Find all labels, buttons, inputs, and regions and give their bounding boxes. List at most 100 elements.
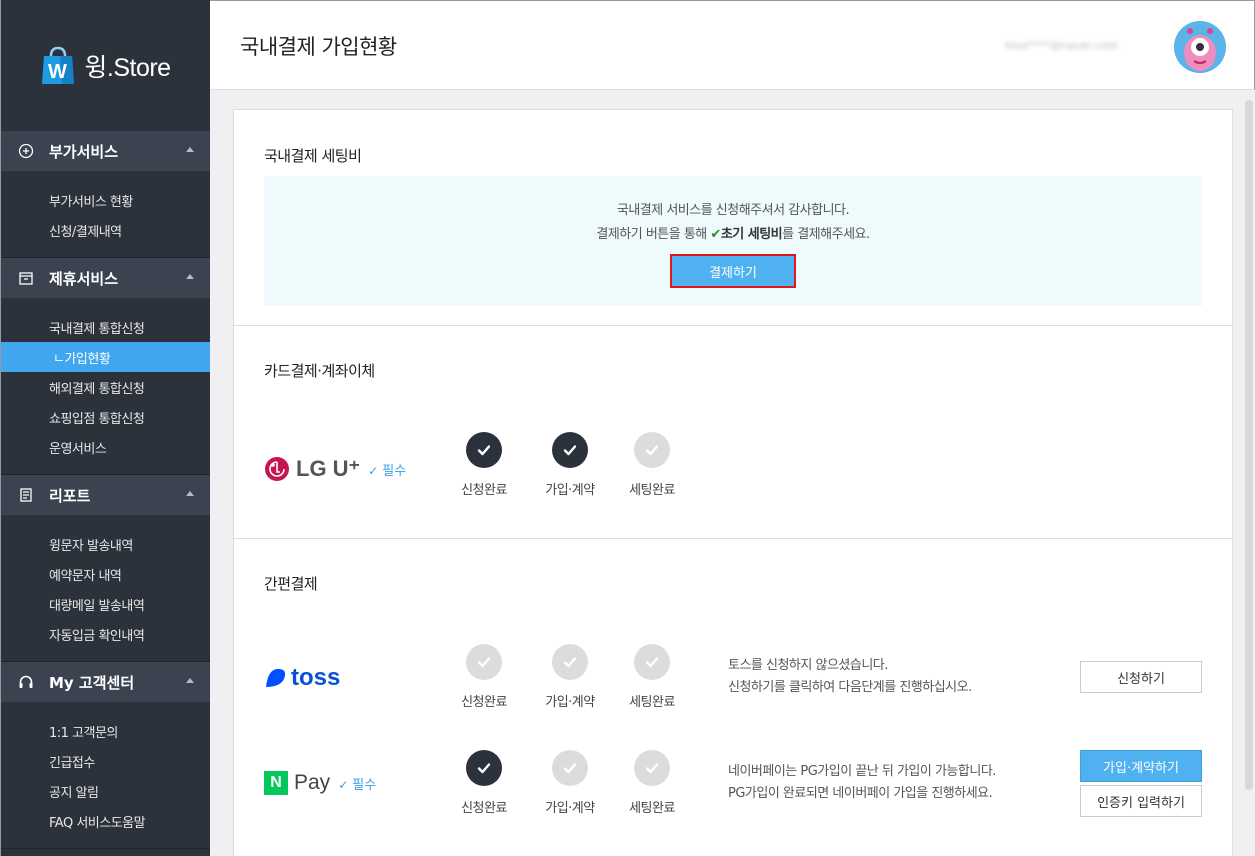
brand-logo[interactable]: W 윙.Store: [1, 0, 210, 131]
naver-pay-logo: N Pay ✓ 필수: [264, 771, 376, 795]
sidebar-item[interactable]: FAQ 서비스도움말: [1, 806, 210, 836]
topbar: 국내결제 가입현황 hiuz****@naver.com: [210, 0, 1255, 90]
step-check-icon: [634, 750, 670, 786]
report-icon: [17, 486, 35, 504]
setup-fee-section: 국내결제 세팅비 국내결제 서비스를 신청해주셔서 감사합니다. 결제하기 버튼…: [234, 110, 1232, 326]
naver-pay-auth-key-button[interactable]: 인증키 입력하기: [1080, 785, 1202, 817]
progress-step: 세팅완료: [612, 750, 692, 816]
sidebar-section-0[interactable]: 부가서비스: [1, 131, 210, 171]
brand-name: 윙.Store: [84, 53, 171, 82]
monster-avatar-icon: [1174, 21, 1226, 73]
content-panel: 국내결제 세팅비 국내결제 서비스를 신청해주셔서 감사합니다. 결제하기 버튼…: [233, 109, 1233, 856]
toss-logo: toss: [264, 664, 340, 692]
toss-description: 토스를 신청하지 않으셨습니다. 신청하기를 클릭하여 다음단계를 진행하십시오…: [728, 658, 972, 695]
naver-pay-name: Pay: [294, 771, 331, 794]
svg-text:W: W: [48, 61, 67, 83]
lg-uplus-logo: LG U⁺ ✓ 필수: [264, 456, 406, 482]
toss-logo-icon: [266, 669, 286, 687]
naver-pay-description: 네이버페이는 PG가입이 끝난 뒤 가입이 가능합니다. PG가입이 완료되면 …: [728, 764, 996, 801]
check-icon: ✓: [368, 463, 379, 478]
sidebar-section-title: 부가서비스: [49, 142, 119, 161]
progress-step: 가입·계약: [530, 432, 610, 498]
step-label: 가입·계약: [545, 483, 595, 498]
sidebar: W 윙.Store 부가서비스부가서비스 현황 신청/결제내역제휴서비스국내결제 …: [0, 0, 210, 856]
step-label: 세팅완료: [629, 801, 675, 816]
progress-step: 신청완료: [444, 644, 524, 710]
sidebar-item[interactable]: 공지 알림: [1, 776, 210, 806]
card-payment-title: 카드결제·계좌이체: [264, 362, 375, 380]
sidebar-section-title: 제휴서비스: [49, 269, 119, 288]
progress-step: 가입·계약: [530, 750, 610, 816]
check-icon: ✓: [338, 777, 349, 792]
progress-step: 가입·계약: [530, 644, 610, 710]
sidebar-section-body: 국내결제 통합신청 ㄴ가입현황 해외결제 통합신청 쇼핑입점 통합신청 운영서비스: [1, 298, 210, 475]
progress-step: 신청완료: [444, 432, 524, 498]
step-label: 신청완료: [461, 801, 507, 816]
sidebar-section-title: 리포트: [49, 486, 91, 505]
sidebar-item[interactable]: 쇼핑입점 통합신청: [1, 402, 210, 432]
pay-button[interactable]: 결제하기: [670, 254, 796, 288]
sidebar-item[interactable]: 윙문자 발송내역: [1, 529, 210, 559]
check-icon: ✔: [710, 227, 721, 242]
step-check-icon: [466, 750, 502, 786]
lg-logo-icon: [265, 457, 289, 481]
sidebar-item[interactable]: 긴급접수: [1, 746, 210, 776]
headset-icon: [17, 673, 35, 691]
progress-step: 신청완료: [444, 750, 524, 816]
caret-up-icon[interactable]: [186, 491, 194, 496]
sidebar-item[interactable]: 자동입금 확인내역: [1, 619, 210, 649]
toss-apply-button[interactable]: 신청하기: [1080, 661, 1202, 693]
sidebar-section-title: My 고객센터: [49, 673, 135, 692]
notice-line-1: 국내결제 서비스를 신청해주셔서 감사합니다.: [616, 203, 850, 218]
simple-payment-title: 간편결제: [264, 575, 318, 593]
scrollbar[interactable]: [1245, 100, 1253, 790]
sidebar-section-3[interactable]: My 고객센터: [1, 662, 210, 702]
step-label: 가입·계약: [545, 695, 595, 710]
sidebar-item[interactable]: 국내결제 통합신청: [1, 312, 210, 342]
card-payment-section: 카드결제·계좌이체 LG U⁺ ✓ 필수 신청완료 가입·계약 세팅완료: [234, 326, 1232, 539]
step-check-icon: [552, 644, 588, 680]
lg-uplus-name: LG U⁺: [296, 456, 361, 481]
required-tag: ✓ 필수: [338, 777, 377, 793]
step-check-icon: [552, 432, 588, 468]
step-label: 세팅완료: [629, 483, 675, 498]
avatar[interactable]: [1174, 21, 1226, 73]
sidebar-item[interactable]: 대량메일 발송내역: [1, 589, 210, 619]
sidebar-item[interactable]: 예약문자 내역: [1, 559, 210, 589]
setup-notice: 국내결제 서비스를 신청해주셔서 감사합니다. 결제하기 버튼을 통해 ✔초기 …: [264, 176, 1202, 306]
sidebar-section-body: 1:1 고객문의 긴급접수 공지 알림 FAQ 서비스도움말: [1, 702, 210, 849]
caret-up-icon[interactable]: [186, 274, 194, 279]
step-label: 가입·계약: [545, 801, 595, 816]
sidebar-section-1[interactable]: 제휴서비스: [1, 258, 210, 298]
progress-step: 세팅완료: [612, 644, 692, 710]
step-label: 신청완료: [461, 483, 507, 498]
step-label: 신청완료: [461, 695, 507, 710]
step-check-icon: [552, 750, 588, 786]
user-email: hiuz****@naver.com: [1005, 39, 1119, 52]
sidebar-item[interactable]: ㄴ가입현황: [1, 342, 210, 372]
sidebar-item[interactable]: 부가서비스 현황: [1, 185, 210, 215]
toss-name: toss: [291, 664, 341, 691]
box-icon: [17, 269, 35, 287]
simple-payment-section: 간편결제 toss 신청완료 가입·계약 세팅완료 토스를 신청하지 않으셨습니다.…: [234, 539, 1232, 856]
required-tag: ✓ 필수: [368, 463, 407, 479]
sidebar-section-body: 부가서비스 현황 신청/결제내역: [1, 171, 210, 258]
step-check-icon: [466, 432, 502, 468]
page-title: 국내결제 가입현황: [240, 35, 397, 59]
sidebar-section-2[interactable]: 리포트: [1, 475, 210, 515]
sidebar-item[interactable]: 해외결제 통합신청: [1, 372, 210, 402]
step-check-icon: [634, 432, 670, 468]
caret-up-icon[interactable]: [186, 678, 194, 683]
progress-step: 세팅완료: [612, 432, 692, 498]
sidebar-section-body: 윙문자 발송내역 예약문자 내역 대량메일 발송내역 자동입금 확인내역: [1, 515, 210, 662]
sidebar-item[interactable]: 신청/결제내역: [1, 215, 210, 245]
setup-fee-title: 국내결제 세팅비: [264, 147, 362, 165]
step-label: 세팅완료: [629, 695, 675, 710]
sidebar-item[interactable]: 운영서비스: [1, 432, 210, 462]
sidebar-item[interactable]: 1:1 고객문의: [1, 716, 210, 746]
caret-up-icon[interactable]: [186, 147, 194, 152]
naver-n-icon: N: [264, 771, 288, 795]
naver-pay-contract-button[interactable]: 가입·계약하기: [1080, 750, 1202, 782]
plus-circle-icon: [17, 142, 35, 160]
shopping-bag-icon: W: [42, 46, 75, 84]
